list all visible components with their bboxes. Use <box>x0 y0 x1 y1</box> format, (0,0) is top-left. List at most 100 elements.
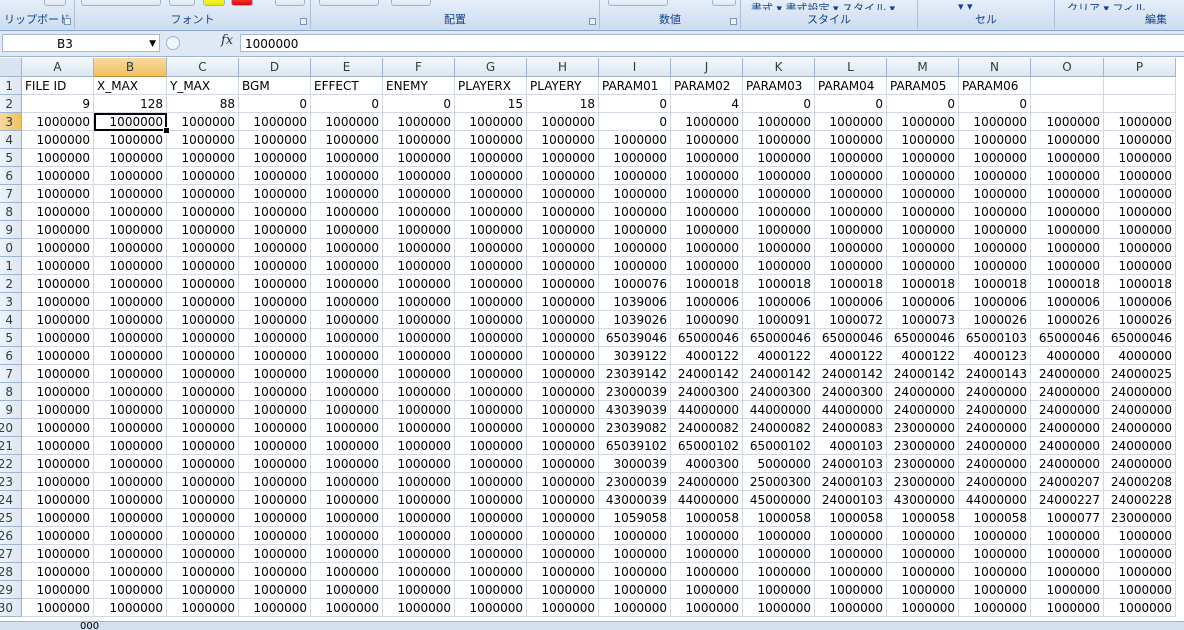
cell-j-19[interactable]: 44000000 <box>671 401 743 419</box>
cell-k-19[interactable]: 44000000 <box>743 401 815 419</box>
cell-o-13[interactable]: 1000006 <box>1031 293 1104 311</box>
cell-c-20[interactable]: 1000000 <box>167 419 239 437</box>
cell-g-4[interactable]: 1000000 <box>455 131 527 149</box>
cell-m-23[interactable]: 23000000 <box>887 473 959 491</box>
cell-c-2[interactable]: 88 <box>167 95 239 113</box>
cell-c-24[interactable]: 1000000 <box>167 491 239 509</box>
cell-p-21[interactable]: 24000000 <box>1104 437 1176 455</box>
cell-h-20[interactable]: 1000000 <box>527 419 599 437</box>
cell-f-4[interactable]: 1000000 <box>383 131 455 149</box>
cell-d-9[interactable]: 1000000 <box>239 221 311 239</box>
cell-c-8[interactable]: 1000000 <box>167 203 239 221</box>
cell-n-7[interactable]: 1000000 <box>959 185 1031 203</box>
cell-k-2[interactable]: 0 <box>743 95 815 113</box>
cell-m-21[interactable]: 23000000 <box>887 437 959 455</box>
cell-d-11[interactable]: 1000000 <box>239 257 311 275</box>
cell-f-24[interactable]: 1000000 <box>383 491 455 509</box>
cell-d-5[interactable]: 1000000 <box>239 149 311 167</box>
cell-e-16[interactable]: 1000000 <box>311 347 383 365</box>
cell-e-15[interactable]: 1000000 <box>311 329 383 347</box>
cell-p-3[interactable]: 1000000 <box>1104 113 1176 131</box>
cell-p-18[interactable]: 24000000 <box>1104 383 1176 401</box>
cell-j-25[interactable]: 1000058 <box>671 509 743 527</box>
cell-n-23[interactable]: 24000000 <box>959 473 1031 491</box>
cell-e-30[interactable]: 1000000 <box>311 599 383 617</box>
cell-n-15[interactable]: 65000103 <box>959 329 1031 347</box>
cell-k-29[interactable]: 1000000 <box>743 581 815 599</box>
cell-i-18[interactable]: 23000039 <box>599 383 671 401</box>
cell-a-1[interactable]: FILE ID <box>22 77 94 95</box>
cell-c-15[interactable]: 1000000 <box>167 329 239 347</box>
row-header[interactable]: 6 <box>0 347 22 365</box>
cell-p-22[interactable]: 24000000 <box>1104 455 1176 473</box>
cell-c-27[interactable]: 1000000 <box>167 545 239 563</box>
cell-p-4[interactable]: 1000000 <box>1104 131 1176 149</box>
cell-g-28[interactable]: 1000000 <box>455 563 527 581</box>
cell-j-24[interactable]: 44000000 <box>671 491 743 509</box>
cell-h-10[interactable]: 1000000 <box>527 239 599 257</box>
cell-i-1[interactable]: PARAM01 <box>599 77 671 95</box>
cell-h-26[interactable]: 1000000 <box>527 527 599 545</box>
cell-c-28[interactable]: 1000000 <box>167 563 239 581</box>
cell-m-8[interactable]: 1000000 <box>887 203 959 221</box>
cell-e-9[interactable]: 1000000 <box>311 221 383 239</box>
cell-c-1[interactable]: Y_MAX <box>167 77 239 95</box>
cell-o-12[interactable]: 1000018 <box>1031 275 1104 293</box>
cell-h-11[interactable]: 1000000 <box>527 257 599 275</box>
cell-i-22[interactable]: 3000039 <box>599 455 671 473</box>
cell-f-9[interactable]: 1000000 <box>383 221 455 239</box>
cell-k-16[interactable]: 4000122 <box>743 347 815 365</box>
row-header[interactable]: 9 <box>0 401 22 419</box>
cell-n-13[interactable]: 1000006 <box>959 293 1031 311</box>
cell-o-26[interactable]: 1000000 <box>1031 527 1104 545</box>
chevron-down-icon[interactable]: ▼ <box>149 35 156 53</box>
cell-j-17[interactable]: 24000142 <box>671 365 743 383</box>
cell-h-2[interactable]: 18 <box>527 95 599 113</box>
cell-l-4[interactable]: 1000000 <box>815 131 887 149</box>
cell-h-9[interactable]: 1000000 <box>527 221 599 239</box>
cell-b-18[interactable]: 1000000 <box>94 383 167 401</box>
cell-m-16[interactable]: 4000122 <box>887 347 959 365</box>
cell-d-14[interactable]: 1000000 <box>239 311 311 329</box>
cell-o-1[interactable] <box>1031 77 1104 95</box>
cell-e-14[interactable]: 1000000 <box>311 311 383 329</box>
cell-d-24[interactable]: 1000000 <box>239 491 311 509</box>
cell-m-4[interactable]: 1000000 <box>887 131 959 149</box>
cell-f-12[interactable]: 1000000 <box>383 275 455 293</box>
row-header[interactable]: 21 <box>0 437 22 455</box>
row-header[interactable]: 8 <box>0 383 22 401</box>
cell-l-8[interactable]: 1000000 <box>815 203 887 221</box>
cell-d-19[interactable]: 1000000 <box>239 401 311 419</box>
cell-n-27[interactable]: 1000000 <box>959 545 1031 563</box>
cell-i-12[interactable]: 1000076 <box>599 275 671 293</box>
cell-o-8[interactable]: 1000000 <box>1031 203 1104 221</box>
cell-g-26[interactable]: 1000000 <box>455 527 527 545</box>
cell-l-3[interactable]: 1000000 <box>815 113 887 131</box>
column-header-n[interactable]: N <box>959 58 1031 77</box>
cell-a-22[interactable]: 1000000 <box>22 455 94 473</box>
cell-h-13[interactable]: 1000000 <box>527 293 599 311</box>
cell-n-4[interactable]: 1000000 <box>959 131 1031 149</box>
cell-m-29[interactable]: 1000000 <box>887 581 959 599</box>
column-header-h[interactable]: H <box>527 58 599 77</box>
cell-o-14[interactable]: 1000026 <box>1031 311 1104 329</box>
number-format-button[interactable] <box>608 0 668 6</box>
cell-h-21[interactable]: 1000000 <box>527 437 599 455</box>
cell-k-28[interactable]: 1000000 <box>743 563 815 581</box>
cell-i-17[interactable]: 23039142 <box>599 365 671 383</box>
cell-f-7[interactable]: 1000000 <box>383 185 455 203</box>
cell-a-5[interactable]: 1000000 <box>22 149 94 167</box>
cell-p-7[interactable]: 1000000 <box>1104 185 1176 203</box>
column-header-p[interactable]: P <box>1104 58 1176 77</box>
cell-e-11[interactable]: 1000000 <box>311 257 383 275</box>
column-header-c[interactable]: C <box>167 58 239 77</box>
cell-f-28[interactable]: 1000000 <box>383 563 455 581</box>
cell-h-24[interactable]: 1000000 <box>527 491 599 509</box>
cell-i-16[interactable]: 3039122 <box>599 347 671 365</box>
cell-l-11[interactable]: 1000000 <box>815 257 887 275</box>
insert-function-icon[interactable]: fx <box>221 33 233 48</box>
cell-n-28[interactable]: 1000000 <box>959 563 1031 581</box>
cell-b-6[interactable]: 1000000 <box>94 167 167 185</box>
cell-p-23[interactable]: 24000208 <box>1104 473 1176 491</box>
cell-e-26[interactable]: 1000000 <box>311 527 383 545</box>
